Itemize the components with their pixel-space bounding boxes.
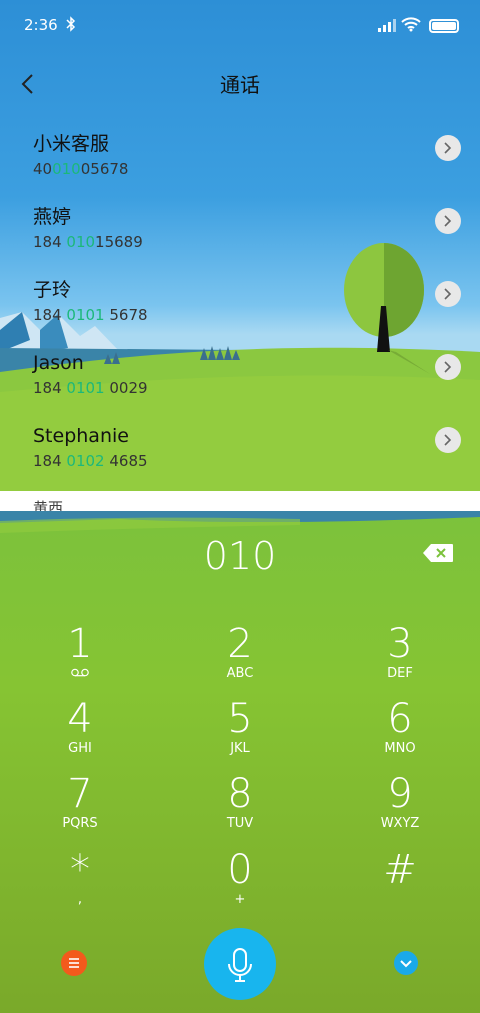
contact-name: 小米客服 (33, 133, 110, 155)
contact-name: 子玲 (33, 279, 72, 301)
dial-key-9[interactable]: 9 WXYZ (320, 772, 480, 844)
page-title: 通话 (220, 73, 260, 97)
contact-number: 184 0102 4685 (33, 452, 148, 470)
dial-key-6[interactable]: 6 MNO (320, 697, 480, 769)
dial-key-7[interactable]: 7 PQRS (0, 772, 160, 844)
contact-row[interactable]: Stephanie 184 0102 4685 (0, 423, 480, 495)
contact-detail-button[interactable] (435, 427, 461, 453)
chevron-right-icon (444, 434, 452, 446)
contact-number: 4001005678 (33, 160, 129, 178)
chevron-right-icon (444, 142, 452, 154)
contact-number: 184 0101 0029 (33, 379, 148, 397)
backspace-icon[interactable] (422, 543, 454, 563)
contact-number: 184 0101 5678 (33, 306, 148, 324)
menu-icon (69, 958, 79, 968)
dial-key-2[interactable]: 2 ABC (160, 622, 320, 694)
battery-icon (429, 19, 459, 33)
dial-key-4[interactable]: 4 GHI (0, 697, 160, 769)
dial-key-3[interactable]: 3 DEF (320, 622, 480, 694)
status-time: 2:36 (24, 16, 58, 34)
status-bar: 2:36 (0, 14, 480, 40)
dial-key-5[interactable]: 5 JKL (160, 697, 320, 769)
voicemail-icon (71, 668, 89, 677)
dial-key-8[interactable]: 8 TUV (160, 772, 320, 844)
contact-detail-button[interactable] (435, 281, 461, 307)
dial-key-star[interactable]: * , (0, 848, 160, 920)
chevron-right-icon (444, 215, 452, 227)
dial-key-hash[interactable]: # (320, 848, 480, 920)
contact-row[interactable]: 子玲 184 0101 5678 (0, 277, 480, 349)
contact-name: Stephanie (33, 425, 129, 447)
wifi-icon (401, 17, 421, 32)
contact-number: 184 01015689 (33, 233, 143, 251)
contact-row[interactable]: 燕婷 184 01015689 (0, 204, 480, 276)
voice-dial-button[interactable] (204, 928, 276, 1000)
dial-key-1[interactable]: 1 (0, 622, 160, 694)
chevron-right-icon (444, 361, 452, 373)
contact-name: 燕婷 (33, 206, 72, 228)
partial-contact-name[interactable]: 黄西 (33, 498, 63, 511)
contact-detail-button[interactable] (435, 208, 461, 234)
dial-key-0[interactable]: 0 + (160, 848, 320, 920)
bluetooth-icon (66, 16, 76, 32)
contact-name: Jason (33, 352, 84, 374)
collapse-dialpad-button[interactable] (394, 951, 418, 975)
signal-icon (378, 19, 396, 32)
microphone-icon (228, 948, 252, 982)
contact-detail-button[interactable] (435, 354, 461, 380)
dial-entry: 010 (203, 534, 277, 578)
contact-row[interactable]: Jason 184 0101 0029 (0, 350, 480, 422)
contact-row[interactable]: 小米客服 4001005678 (0, 131, 480, 203)
menu-button[interactable] (61, 950, 87, 976)
contact-detail-button[interactable] (435, 135, 461, 161)
chevron-down-icon (400, 960, 412, 968)
chevron-right-icon (444, 288, 452, 300)
dialer-screen: 2:36 通话 小米客服 4001005678 燕婷 184 01015689 … (0, 0, 480, 1013)
